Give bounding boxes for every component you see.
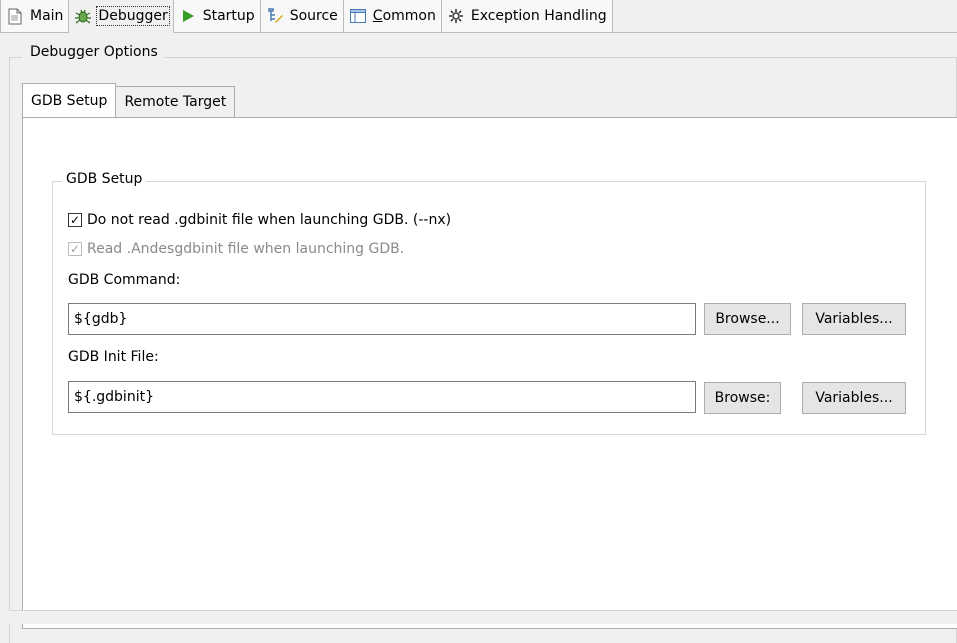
tab-remote-target[interactable]: Remote Target <box>116 86 236 117</box>
andes-option-row: ✓ Read .Andesgdbinit file when launching… <box>68 241 404 257</box>
launch-config-tab-strip: Main Debugger Startup Source Common Exce… <box>0 0 957 33</box>
gdb-command-field[interactable]: ${gdb} <box>68 303 696 335</box>
gdb-init-field[interactable]: ${.gdbinit} <box>68 381 696 413</box>
tab-source[interactable]: Source <box>260 0 344 33</box>
gdb-init-label: GDB Init File: <box>68 349 159 365</box>
bug-icon <box>74 7 92 25</box>
document-icon <box>6 7 24 25</box>
tab-main[interactable]: Main <box>0 0 70 33</box>
gdb-setup-group: GDB Setup ✓ Do not read .gdbinit file wh… <box>52 171 926 435</box>
debugger-options-tabs: GDB Setup Remote Target <box>22 83 236 117</box>
source-icon <box>266 7 284 25</box>
andes-checkbox: ✓ <box>68 242 82 256</box>
nx-checkbox-label: Do not read .gdbinit file when launching… <box>87 212 452 228</box>
tab-strip-fill <box>612 0 957 33</box>
tab-debugger-label: Debugger <box>96 6 170 26</box>
tab-startup[interactable]: Startup <box>173 0 261 33</box>
gdb-setup-group-title: GDB Setup <box>62 171 147 187</box>
table-icon <box>349 7 367 25</box>
gdb-init-label-row: GDB Init File: <box>68 349 159 365</box>
nx-option-row[interactable]: ✓ Do not read .gdbinit file when launchi… <box>68 212 451 228</box>
andes-checkbox-label: Read .Andesgdbinit file when launching G… <box>87 241 405 257</box>
gdb-setup-panel: GDB Setup ✓ Do not read .gdbinit file wh… <box>22 117 957 629</box>
tab-main-label: Main <box>30 8 64 24</box>
gdb-command-variables-button[interactable]: Variables... <box>802 303 906 335</box>
gdb-command-browse-button[interactable]: Browse... <box>704 303 791 335</box>
bottom-strip <box>9 610 957 624</box>
gear-icon <box>447 7 465 25</box>
tab-gdb-setup[interactable]: GDB Setup <box>22 83 117 117</box>
gdb-command-label-row: GDB Command: <box>68 272 180 288</box>
tab-source-label: Source <box>289 8 338 24</box>
debugger-options-title: Debugger Options <box>22 44 164 60</box>
tab-common[interactable]: Common <box>343 0 442 33</box>
play-icon <box>179 7 197 25</box>
nx-checkbox[interactable]: ✓ <box>68 213 82 227</box>
tab-exception-handling[interactable]: Exception Handling <box>441 0 613 33</box>
tab-startup-label: Startup <box>202 8 255 24</box>
gdb-command-label: GDB Command: <box>68 272 181 288</box>
tab-debugger[interactable]: Debugger <box>69 0 174 33</box>
tab-common-label: Common <box>372 8 436 24</box>
gdb-init-browse-button[interactable]: Browse: <box>704 382 781 414</box>
debugger-tab-content: Debugger Options GDB Setup Remote Target… <box>9 33 957 643</box>
tab-exception-handling-label: Exception Handling <box>470 8 607 24</box>
gdb-init-variables-button[interactable]: Variables... <box>802 382 906 414</box>
